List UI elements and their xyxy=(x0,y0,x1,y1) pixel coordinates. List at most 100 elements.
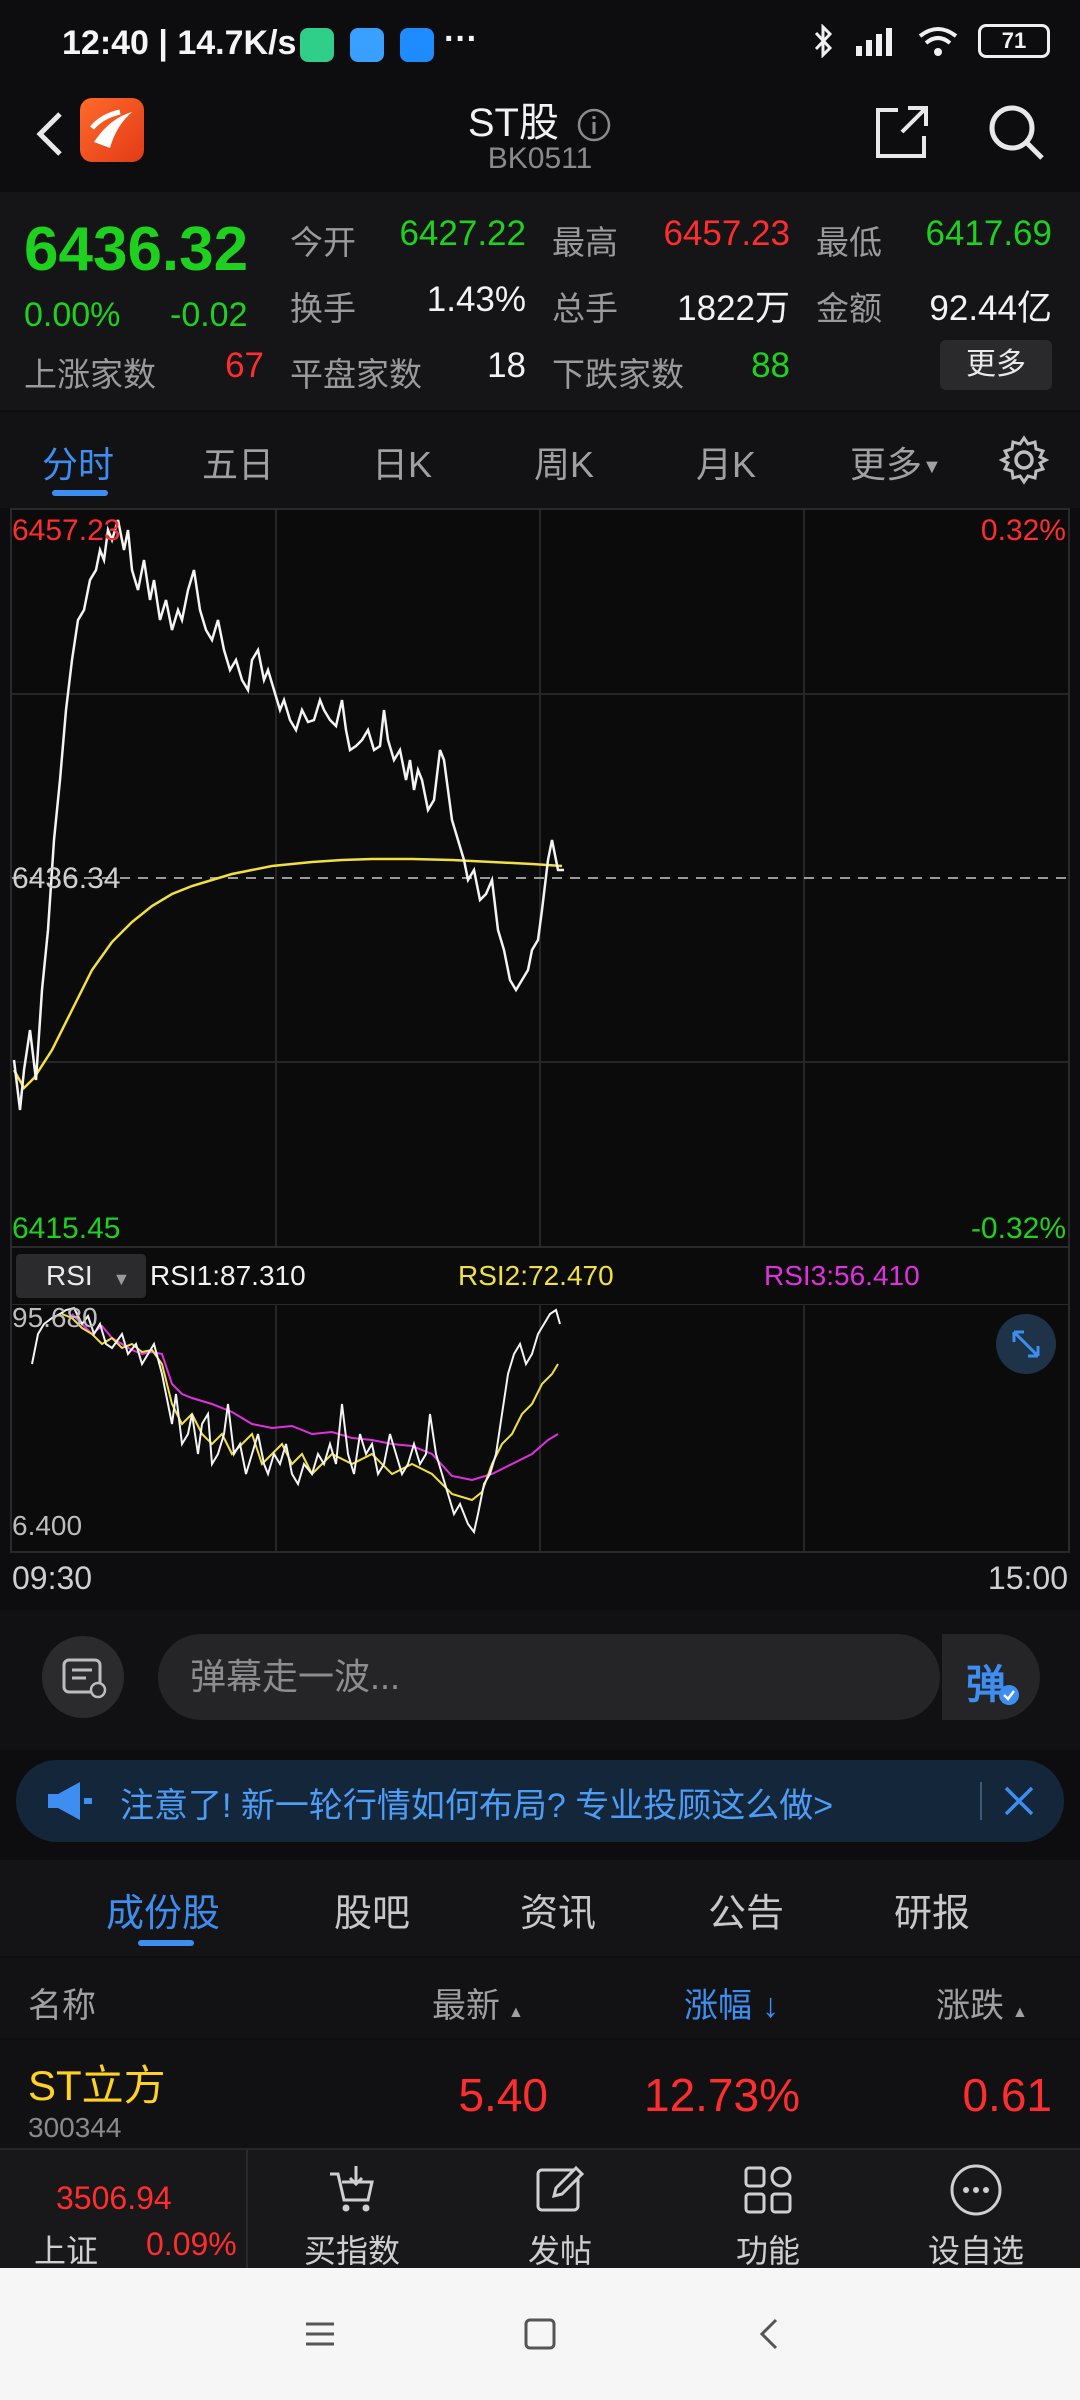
tab-monthly-k[interactable]: 月K xyxy=(696,436,756,488)
chart-high-label: 6457.23 xyxy=(12,514,121,547)
home-icon[interactable] xyxy=(520,2314,560,2354)
col-chg-header[interactable]: 涨跌 ▲ xyxy=(936,1978,1028,2027)
volume-value: 1822万 xyxy=(677,289,790,328)
notice-text: 注意了! 新一轮行情如何布局? 专业投顾这么做> xyxy=(120,1787,834,1825)
tab-active-indicator xyxy=(52,490,108,496)
signal-icon xyxy=(856,28,892,56)
system-nav-bar xyxy=(0,2268,1080,2400)
stock-name: ST立方 xyxy=(28,2062,166,2109)
index-value: 3506.94 xyxy=(56,2180,172,2216)
status-time: 12:40 | 14.7K/s xyxy=(62,24,297,62)
turnover-label: 换手 xyxy=(290,290,356,327)
phone-notification-icon xyxy=(400,28,434,62)
chart-low-pct-label: -0.32% xyxy=(970,1212,1066,1245)
stock-chg: 0.61 xyxy=(962,2069,1052,2121)
bluetooth-icon xyxy=(814,24,833,58)
close-icon[interactable] xyxy=(998,1780,1040,1822)
rsi1-label: RSI1:87.310 xyxy=(150,1260,306,1291)
battery-icon: 71 xyxy=(978,24,1050,58)
down-count-value: 88 xyxy=(751,346,790,385)
danmu-toggle-button[interactable]: 弹 xyxy=(940,1634,1040,1720)
rsi-top-label: 95.680 xyxy=(12,1302,98,1333)
header: ST股 BK0511 xyxy=(0,90,1080,190)
menu-icon[interactable] xyxy=(300,2314,340,2354)
tab-constituents[interactable]: 成份股 xyxy=(106,1882,220,1937)
tab-more[interactable]: 更多▼ xyxy=(850,436,942,488)
volume-label: 总手 xyxy=(552,290,618,327)
caret-down-icon: ▼ xyxy=(112,1269,131,1289)
title-text: ST股 xyxy=(467,101,559,145)
status-right: 71 xyxy=(812,24,1050,58)
rsi2-label: RSI2:72.470 xyxy=(458,1260,614,1291)
sort-icon: ▲ xyxy=(508,2004,524,2021)
section-tabs: 成份股 股吧 资讯 公告 研报 xyxy=(0,1860,1080,1956)
wifi-icon xyxy=(918,27,958,56)
nav-add-watchlist[interactable]: 设自选 xyxy=(876,2150,1076,2270)
indicator-select[interactable]: RSI ▼ xyxy=(16,1254,146,1298)
tab-intraday[interactable]: 分时 xyxy=(42,436,114,488)
sort-desc-icon: ↓ xyxy=(762,1987,779,2025)
change-percent: 0.00% xyxy=(24,296,121,334)
col-pct-label: 涨幅 xyxy=(684,1987,752,2025)
tab-weekly-k[interactable]: 周K xyxy=(534,436,594,488)
nav-functions[interactable]: 功能 xyxy=(668,2150,868,2270)
stock-pct: 12.73% xyxy=(643,2069,800,2121)
danmu-list-button[interactable] xyxy=(42,1636,124,1718)
col-latest-header[interactable]: 最新 ▲ xyxy=(432,1978,524,2027)
tab-forum[interactable]: 股吧 xyxy=(334,1882,410,1937)
stock-code: 300344 xyxy=(28,2112,122,2143)
rsi3-label: RSI3:56.410 xyxy=(764,1260,920,1291)
danmu-input[interactable]: 弹幕走一波... xyxy=(158,1634,940,1720)
share-icon[interactable] xyxy=(872,102,932,162)
nav-buy-index[interactable]: 买指数 xyxy=(252,2150,452,2270)
amount-value: 92.44亿 xyxy=(929,289,1052,328)
tab-more-label: 更多 xyxy=(850,444,923,485)
time-end-label: 15:00 xyxy=(987,1560,1068,1596)
turnover-value: 1.43% xyxy=(426,280,526,319)
high-value: 6457.23 xyxy=(663,214,790,253)
index-ticker[interactable]: 3506.94 上证 0.09% xyxy=(0,2150,248,2270)
intraday-chart-svg xyxy=(12,510,1068,1246)
info-icon[interactable] xyxy=(576,107,612,143)
nav-post[interactable]: 发帖 xyxy=(460,2150,660,2270)
back-nav-icon[interactable] xyxy=(750,2314,790,2354)
tab-five-day[interactable]: 五日 xyxy=(202,436,274,488)
flat-count-value: 18 xyxy=(487,346,526,385)
index-pct: 0.09% xyxy=(146,2226,237,2262)
notice-divider xyxy=(980,1782,982,1820)
notice-banner[interactable]: 注意了! 新一轮行情如何布局? 专业投顾这么做> xyxy=(16,1760,1064,1842)
stock-latest: 5.40 xyxy=(458,2069,548,2121)
gear-icon[interactable] xyxy=(998,434,1050,486)
col-name-header: 名称 xyxy=(28,1987,96,2025)
more-circle-icon xyxy=(950,2164,1002,2216)
expand-chart-button[interactable] xyxy=(996,1314,1056,1374)
nav-add-watchlist-label: 设自选 xyxy=(927,2233,1024,2269)
tab-research[interactable]: 研报 xyxy=(894,1882,970,1937)
cart-icon xyxy=(330,2166,374,2212)
bottom-nav: 3506.94 上证 0.09% 买指数 发帖 功能 设自选 xyxy=(0,2148,1080,2270)
quote-more-button[interactable]: 更多 xyxy=(940,340,1052,390)
edit-icon xyxy=(536,2165,585,2212)
chart-high-pct-label: 0.32% xyxy=(980,514,1066,547)
time-start-label: 09:30 xyxy=(12,1560,93,1596)
check-badge-icon xyxy=(999,1685,1019,1705)
indicator-select-label: RSI xyxy=(46,1260,93,1291)
rsi1-line xyxy=(31,1306,561,1535)
col-pct-header[interactable]: 涨幅 ↓ xyxy=(684,1978,779,2027)
intraday-chart[interactable]: 6457.23 6436.34 6415.45 0.32% -0.32% xyxy=(10,508,1070,1248)
sort-icon: ▲ xyxy=(1012,2004,1028,2021)
chart-period-tabs: 分时 五日 日K 周K 月K 更多▼ xyxy=(0,412,1080,508)
table-row[interactable]: ST立方 300344 5.40 12.73% 0.61 xyxy=(0,2040,1080,2150)
amount-label: 金额 xyxy=(816,290,882,327)
down-count-label: 下跌家数 xyxy=(552,356,684,393)
danmu-bar: 弹幕走一波... 弹 xyxy=(0,1610,1080,1750)
tab-news[interactable]: 资讯 xyxy=(520,1882,596,1937)
more-notifications-icon: ··· xyxy=(444,20,478,58)
open-value: 6427.22 xyxy=(399,214,526,253)
tab-announcements[interactable]: 公告 xyxy=(708,1882,784,1937)
grid-icon xyxy=(744,2166,792,2214)
rsi-bottom-label: 6.400 xyxy=(12,1510,83,1541)
status-bar: 12:40 | 14.7K/s ··· 71 xyxy=(0,0,1080,90)
tab-daily-k[interactable]: 日K xyxy=(372,436,432,488)
search-icon[interactable] xyxy=(984,100,1048,164)
